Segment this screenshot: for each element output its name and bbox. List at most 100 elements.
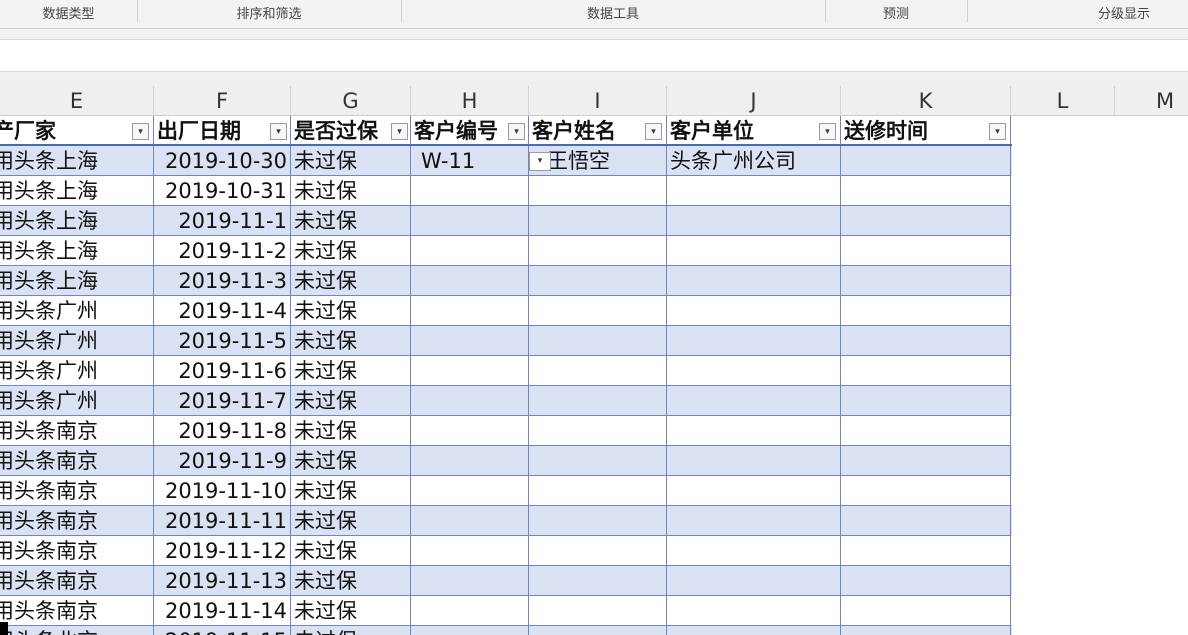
table-cell[interactable]: [411, 326, 529, 356]
table-header-cell[interactable]: 客户编号 ▾: [411, 116, 529, 146]
table-cell[interactable]: 2019-11-11: [154, 506, 291, 536]
table-cell[interactable]: [529, 326, 667, 356]
table-cell[interactable]: [667, 446, 841, 476]
table-cell[interactable]: 未过保: [291, 176, 411, 206]
table-cell[interactable]: 用头条南京: [0, 536, 154, 566]
ribbon-group-data-types[interactable]: 数据类型: [0, 0, 137, 28]
table-cell[interactable]: 用头条上海: [0, 146, 154, 176]
table-cell[interactable]: [667, 266, 841, 296]
filter-dropdown-icon[interactable]: ▾: [989, 123, 1006, 140]
table-cell[interactable]: [529, 566, 667, 596]
table-cell[interactable]: 2019-11-7: [154, 386, 291, 416]
table-cell[interactable]: 未过保: [291, 206, 411, 236]
table-cell[interactable]: [411, 536, 529, 566]
ribbon-group-forecast[interactable]: 预测: [826, 0, 966, 28]
ribbon-group-outline[interactable]: 分级显示: [1060, 0, 1188, 28]
table-cell[interactable]: 未过保: [291, 266, 411, 296]
table-cell[interactable]: 用头条南京: [0, 446, 154, 476]
table-cell[interactable]: 2019-11-5: [154, 326, 291, 356]
filter-dropdown-icon[interactable]: ▾: [508, 123, 525, 140]
table-cell[interactable]: [411, 266, 529, 296]
spreadsheet-grid[interactable]: 产厂家 ▾ 出厂日期 ▾ 是否过保 ▾ 客户编号 ▾ 客户姓名 ▾ 客户单位 ▾ 送修时间 ▾…: [0, 116, 1188, 635]
table-cell[interactable]: [529, 416, 667, 446]
table-cell[interactable]: 2019-11-2: [154, 236, 291, 266]
table-cell[interactable]: [667, 206, 841, 236]
table-cell[interactable]: [667, 176, 841, 206]
table-cell[interactable]: 未过保: [291, 416, 411, 446]
table-cell[interactable]: [411, 626, 529, 635]
table-cell[interactable]: 2019-11-8: [154, 416, 291, 446]
table-header-cell[interactable]: 出厂日期 ▾: [154, 116, 291, 146]
table-cell[interactable]: [411, 176, 529, 206]
table-cell[interactable]: [529, 386, 667, 416]
table-cell[interactable]: [411, 416, 529, 446]
table-cell[interactable]: [411, 596, 529, 626]
table-cell[interactable]: [411, 296, 529, 326]
filter-dropdown-icon[interactable]: ▾: [819, 123, 836, 140]
table-cell[interactable]: 用头条广州: [0, 296, 154, 326]
table-cell[interactable]: 2019-11-12: [154, 536, 291, 566]
table-cell[interactable]: [841, 236, 1011, 266]
table-header-cell[interactable]: 客户单位 ▾: [667, 116, 841, 146]
table-cell[interactable]: [841, 626, 1011, 635]
table-cell[interactable]: [667, 566, 841, 596]
table-cell[interactable]: [841, 506, 1011, 536]
table-cell[interactable]: [529, 176, 667, 206]
table-cell[interactable]: [529, 296, 667, 326]
cell-dropdown-icon[interactable]: ▾: [529, 152, 551, 171]
table-cell[interactable]: [667, 476, 841, 506]
table-cell[interactable]: 2019-11-6: [154, 356, 291, 386]
column-header-h[interactable]: H: [411, 86, 529, 115]
table-cell[interactable]: [529, 266, 667, 296]
table-cell[interactable]: 2019-11-9: [154, 446, 291, 476]
table-header-cell[interactable]: 送修时间 ▾: [841, 116, 1011, 146]
table-cell[interactable]: [529, 356, 667, 386]
table-cell[interactable]: [841, 146, 1011, 176]
table-cell[interactable]: [529, 446, 667, 476]
table-cell[interactable]: 用头条南京: [0, 416, 154, 446]
table-cell[interactable]: [411, 236, 529, 266]
table-cell[interactable]: 用头条南京: [0, 596, 154, 626]
ribbon-group-data-tools[interactable]: 数据工具: [402, 0, 824, 28]
filter-dropdown-icon[interactable]: ▾: [270, 123, 287, 140]
table-cell[interactable]: 未过保: [291, 536, 411, 566]
table-cell[interactable]: [841, 326, 1011, 356]
table-cell[interactable]: [667, 236, 841, 266]
table-cell[interactable]: 未过保: [291, 506, 411, 536]
table-cell[interactable]: 用头条北京: [0, 626, 154, 635]
table-cell[interactable]: 用头条南京: [0, 566, 154, 596]
table-header-cell[interactable]: 是否过保 ▾: [291, 116, 411, 146]
table-cell[interactable]: [667, 506, 841, 536]
table-cell[interactable]: 2019-11-15: [154, 626, 291, 635]
table-cell[interactable]: [529, 596, 667, 626]
table-cell[interactable]: [841, 416, 1011, 446]
table-cell[interactable]: [529, 536, 667, 566]
table-cell[interactable]: [411, 206, 529, 236]
filter-dropdown-icon[interactable]: ▾: [645, 123, 662, 140]
table-cell[interactable]: [667, 386, 841, 416]
column-header-k[interactable]: K: [841, 86, 1011, 115]
table-cell[interactable]: W-11: [411, 146, 529, 176]
table-header-cell[interactable]: 客户姓名 ▾: [529, 116, 667, 146]
table-cell[interactable]: [841, 476, 1011, 506]
table-cell[interactable]: [667, 416, 841, 446]
table-cell[interactable]: [841, 536, 1011, 566]
table-cell[interactable]: 2019-11-14: [154, 596, 291, 626]
table-cell[interactable]: [411, 386, 529, 416]
table-cell[interactable]: 用头条南京: [0, 476, 154, 506]
table-cell[interactable]: [841, 266, 1011, 296]
table-cell[interactable]: [667, 326, 841, 356]
table-cell[interactable]: [841, 296, 1011, 326]
table-cell[interactable]: [667, 536, 841, 566]
column-header-j[interactable]: J: [667, 86, 841, 115]
table-cell[interactable]: 未过保: [291, 566, 411, 596]
table-cell[interactable]: 未过保: [291, 386, 411, 416]
table-cell[interactable]: [841, 596, 1011, 626]
table-cell[interactable]: [667, 356, 841, 386]
column-header-f[interactable]: F: [154, 86, 291, 115]
table-cell[interactable]: 2019-10-30: [154, 146, 291, 176]
table-cell[interactable]: 用头条广州: [0, 386, 154, 416]
table-cell[interactable]: 2019-11-3: [154, 266, 291, 296]
table-cell[interactable]: 用头条上海: [0, 206, 154, 236]
table-cell[interactable]: [667, 296, 841, 326]
